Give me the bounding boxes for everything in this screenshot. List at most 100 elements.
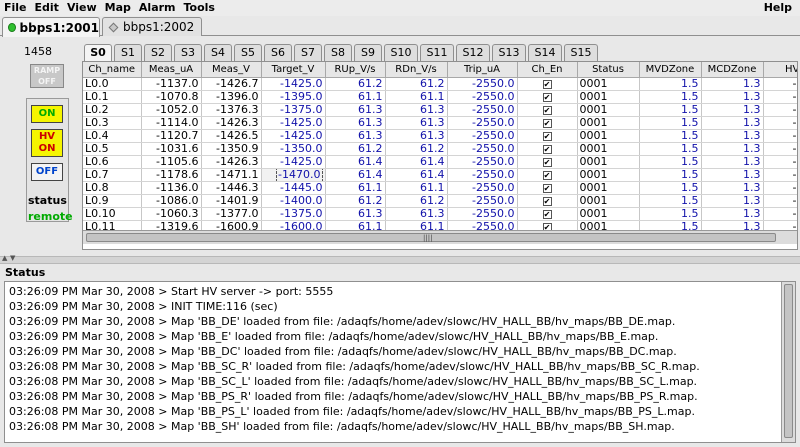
channel-enable-checkbox[interactable]: ✔	[542, 170, 552, 180]
column-header[interactable]: Ch_En	[517, 62, 578, 78]
tab-slot-s5[interactable]: S5	[234, 44, 262, 61]
column-header[interactable]: Trip_uA	[447, 62, 518, 78]
table-cell[interactable]: 1.3	[701, 103, 764, 117]
table-cell[interactable]: 1.5	[639, 77, 702, 91]
table-cell[interactable]: ✔	[517, 168, 578, 182]
table-cell[interactable]: 1.5	[639, 207, 702, 221]
split-pane-divider[interactable]: ▲ ▼	[0, 254, 800, 264]
tab-slot-s2[interactable]: S2	[144, 44, 172, 61]
channel-enable-checkbox[interactable]: ✔	[542, 79, 552, 89]
table-cell[interactable]: 61.3	[385, 103, 448, 117]
on-button[interactable]: ON	[31, 105, 63, 123]
table-cell[interactable]: 61.4	[325, 168, 386, 182]
table-cell[interactable]: -1375.0	[261, 103, 326, 117]
table-cell[interactable]: 61.4	[325, 155, 386, 169]
table-cell[interactable]: 61.2	[325, 142, 386, 156]
menu-edit[interactable]: Edit	[31, 0, 63, 16]
table-cell[interactable]: 1.5	[639, 181, 702, 195]
table-cell[interactable]: -2550.0	[447, 207, 518, 221]
channel-enable-checkbox[interactable]: ✔	[542, 105, 552, 115]
table-row[interactable]: L0.5 -1031.6 -1350.9 -1350.0 61.2 61.2 -2550.0…	[83, 142, 797, 156]
table-cell[interactable]: 61.3	[325, 103, 386, 117]
menu-view[interactable]: View	[63, 0, 101, 16]
table-row[interactable]: L0.2 -1052.0 -1376.3 -1375.0 61.3 61.3 -2550.0…	[83, 103, 797, 117]
column-header[interactable]: Meas_uA	[141, 62, 202, 78]
tab-slot-s15[interactable]: S15	[564, 44, 598, 61]
table-cell[interactable]: ✔	[517, 194, 578, 208]
table-cell[interactable]: 61.1	[385, 90, 448, 104]
table-cell[interactable]: 61.2	[325, 77, 386, 91]
tab-connection-2001[interactable]: bbps1:2001	[2, 17, 100, 37]
tab-slot-s10[interactable]: S10	[384, 44, 418, 61]
ramp-off-button[interactable]: RAMP OFF	[30, 64, 64, 88]
table-cell[interactable]: ✔	[517, 129, 578, 143]
table-cell[interactable]: 61.4	[385, 168, 448, 182]
channel-enable-checkbox[interactable]: ✔	[542, 196, 552, 206]
table-cell[interactable]: 61.3	[325, 129, 386, 143]
off-button[interactable]: OFF	[31, 163, 63, 181]
channel-enable-checkbox[interactable]: ✔	[542, 92, 552, 102]
table-cell[interactable]: 1.5	[639, 90, 702, 104]
collapse-up-icon[interactable]: ▲	[2, 254, 7, 262]
column-header[interactable]: Status	[577, 62, 640, 78]
table-cell[interactable]: -2550.0	[447, 155, 518, 169]
column-header[interactable]: Ch_name	[83, 62, 142, 78]
table-cell[interactable]: 1.3	[701, 90, 764, 104]
table-cell[interactable]: ✔	[517, 142, 578, 156]
table-cell[interactable]: 61.3	[385, 116, 448, 130]
table-row[interactable]: L0.3 -1114.0 -1426.3 -1425.0 61.3 61.3 -2550.0…	[83, 116, 797, 130]
table-cell[interactable]: 61.1	[325, 181, 386, 195]
tab-slot-s14[interactable]: S14	[528, 44, 562, 61]
tab-slot-s3[interactable]: S3	[174, 44, 202, 61]
table-cell[interactable]: -1470.0	[261, 168, 326, 182]
table-cell[interactable]: ✔	[517, 155, 578, 169]
table-cell[interactable]: 1.3	[701, 142, 764, 156]
table-cell[interactable]: 1.3	[701, 207, 764, 221]
table-cell[interactable]: -2550.0	[447, 194, 518, 208]
tab-slot-s0[interactable]: S0	[84, 44, 112, 61]
column-header[interactable]: Meas_V	[201, 62, 262, 78]
table-cell[interactable]: 1.5	[639, 194, 702, 208]
table-cell[interactable]: 61.3	[325, 207, 386, 221]
table-cell[interactable]: 1.5	[639, 116, 702, 130]
menu-help[interactable]: Help	[760, 0, 796, 16]
channel-enable-checkbox[interactable]: ✔	[542, 144, 552, 154]
table-row[interactable]: L0.9 -1086.0 -1401.9 -1400.0 61.2 61.2 -2550.0…	[83, 194, 797, 208]
table-cell[interactable]: 1.5	[639, 168, 702, 182]
channel-enable-checkbox[interactable]: ✔	[542, 131, 552, 141]
menu-file[interactable]: File	[0, 0, 31, 16]
tab-connection-2002[interactable]: bbps1:2002	[102, 17, 202, 36]
table-cell[interactable]: 61.2	[385, 77, 448, 91]
table-cell[interactable]: -2550.0	[447, 90, 518, 104]
table-row[interactable]: L0.4 -1120.7 -1426.5 -1425.0 61.3 61.3 -2550.0…	[83, 129, 797, 143]
table-cell[interactable]: -1425.0	[261, 77, 326, 91]
column-header[interactable]: HVL	[763, 62, 797, 78]
table-cell[interactable]: -1425.0	[261, 116, 326, 130]
horizontal-scrollbar[interactable]: ||||	[83, 230, 797, 244]
table-cell[interactable]: 61.1	[325, 90, 386, 104]
table-row[interactable]: L0.1 -1070.8 -1396.0 -1395.0 61.1 61.1 -2550.0…	[83, 90, 797, 104]
tab-slot-s12[interactable]: S12	[456, 44, 490, 61]
table-cell[interactable]: 61.4	[385, 155, 448, 169]
table-cell[interactable]: 1.3	[701, 116, 764, 130]
table-cell[interactable]: -1350.0	[261, 142, 326, 156]
table-cell[interactable]: ✔	[517, 103, 578, 117]
table-cell[interactable]: 1.3	[701, 155, 764, 169]
table-cell[interactable]: 61.2	[325, 194, 386, 208]
table-row[interactable]: L0.10 -1060.3 -1377.0 -1375.0 61.3 61.3 -2550.…	[83, 207, 797, 221]
tab-slot-s7[interactable]: S7	[294, 44, 322, 61]
tab-slot-s4[interactable]: S4	[204, 44, 232, 61]
channel-enable-checkbox[interactable]: ✔	[542, 118, 552, 128]
table-cell[interactable]: 1.5	[639, 103, 702, 117]
tab-slot-s11[interactable]: S11	[420, 44, 454, 61]
column-header[interactable]: RUp_V/s	[325, 62, 386, 78]
table-cell[interactable]: 1.3	[701, 194, 764, 208]
table-cell[interactable]: -2550.0	[447, 103, 518, 117]
hv-on-button[interactable]: HV ON	[31, 129, 63, 157]
table-cell[interactable]: 61.3	[385, 207, 448, 221]
table-cell[interactable]: 61.3	[385, 129, 448, 143]
table-cell[interactable]: 1.5	[639, 142, 702, 156]
column-header[interactable]: Target_V	[261, 62, 326, 78]
table-row[interactable]: L0.6 -1105.6 -1426.3 -1425.0 61.4 61.4 -2550.0…	[83, 155, 797, 169]
channel-enable-checkbox[interactable]: ✔	[542, 209, 552, 219]
